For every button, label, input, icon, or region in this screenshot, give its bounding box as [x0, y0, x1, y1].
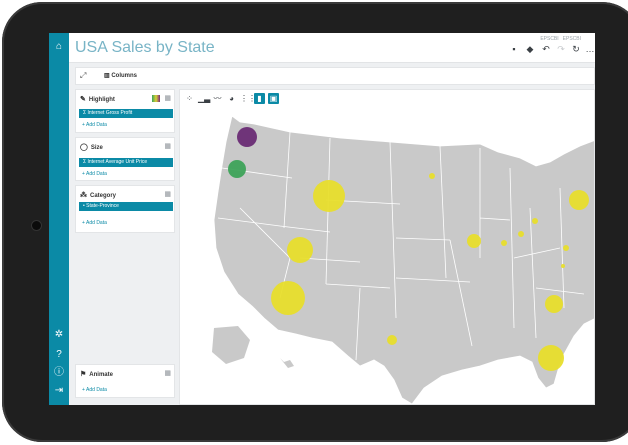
animate-panel: ⚑ Animate ▦ + Add Data	[75, 364, 175, 398]
state-bubble[interactable]	[287, 237, 313, 263]
pencil-icon: ✎	[80, 96, 86, 103]
category-header: ⁂ Category	[80, 191, 116, 199]
highlight-field-pill[interactable]: Σ Internet Gross Profit	[79, 109, 173, 118]
size-header: ◯ Size	[80, 143, 103, 151]
pie-chart-icon[interactable]: ◕	[226, 93, 237, 104]
bar-chart-icon[interactable]: ▁▃	[198, 93, 210, 104]
category-add-data[interactable]: + Add Data	[82, 220, 107, 226]
category-panel: ⁂ Category ▦ • State-Province + Add Data	[75, 185, 175, 233]
category-field: State-Province	[86, 203, 119, 209]
home-icon[interactable]: ⌂	[53, 41, 65, 53]
scatter-icon[interactable]: ⁘	[184, 93, 195, 104]
state-bubble[interactable]	[501, 240, 507, 246]
image-icon[interactable]: ▣	[268, 93, 279, 104]
state-bubble[interactable]	[538, 345, 564, 371]
hint-label: EPSCBI	[562, 36, 581, 42]
tag-icon: ◯	[80, 144, 88, 151]
highlight-panel: ✎ Highlight ▦ Σ Internet Gross Profit + A…	[75, 89, 175, 133]
columns-label[interactable]: ▥ Columns	[104, 72, 137, 79]
side-nav: ⌂ ✲ ? ⓘ ⇥	[49, 33, 69, 405]
color-scale-icon[interactable]	[152, 95, 160, 102]
app-screen: ⌂ ✲ ? ⓘ ⇥ USA Sales by State EPSCBI EPSCB…	[49, 33, 595, 405]
columns-text: Columns	[111, 73, 138, 79]
calendar-icon[interactable]: ▦	[164, 190, 171, 198]
state-bubble[interactable]	[429, 173, 435, 179]
state-bubble[interactable]	[271, 281, 305, 315]
top-bar: USA Sales by State EPSCBI EPSCBI ▪ ◆ ↶ ↷ …	[69, 33, 595, 63]
more-icon[interactable]: …	[585, 44, 595, 54]
page-title: USA Sales by State	[75, 39, 215, 56]
state-bubble[interactable]	[387, 335, 397, 345]
animate-label: Animate	[89, 372, 113, 378]
highlight-header: ✎ Highlight	[80, 95, 115, 103]
size-field: Internet Average Unit Price	[87, 159, 148, 165]
size-panel: ◯ Size ▦ Σ Internet Average Unit Price + …	[75, 137, 175, 181]
eraser-icon[interactable]: ◆	[525, 44, 535, 54]
state-bubble[interactable]	[532, 218, 538, 224]
highlight-field: Internet Gross Profit	[87, 110, 133, 116]
highlight-add-data[interactable]: + Add Data	[82, 122, 107, 128]
state-bubble[interactable]	[561, 264, 565, 268]
expand-icon[interactable]: ⤢	[80, 71, 86, 81]
help-icon[interactable]: ?	[53, 349, 65, 361]
state-bubble[interactable]	[467, 234, 481, 248]
state-bubble[interactable]	[563, 245, 569, 251]
save-icon[interactable]: ▪	[509, 44, 519, 54]
camera	[32, 221, 41, 230]
size-field-pill[interactable]: Σ Internet Average Unit Price	[79, 158, 173, 167]
undo-icon[interactable]: ↶	[541, 44, 551, 54]
state-bubble[interactable]	[313, 180, 345, 212]
info-icon[interactable]: ⓘ	[53, 367, 65, 379]
hierarchy-icon: ⁂	[80, 192, 87, 199]
hint-label: EPSCBI	[540, 36, 559, 42]
state-bubble[interactable]	[545, 295, 563, 313]
state-bubble[interactable]	[228, 160, 246, 178]
line-chart-icon[interactable]: 〰	[212, 93, 223, 104]
state-bubble[interactable]	[569, 190, 589, 210]
columns-bar: ⤢ ▥ Columns	[75, 67, 595, 85]
visualization-area: ⁘ ▁▃ 〰 ◕ ⋮⋮ ▮ ▣	[179, 89, 595, 405]
state-bubble[interactable]	[518, 231, 524, 237]
usa-land	[213, 115, 594, 404]
logout-icon[interactable]: ⇥	[53, 385, 65, 397]
gear-icon[interactable]: ✲	[53, 329, 65, 341]
state-bubble[interactable]	[237, 127, 257, 147]
refresh-icon[interactable]: ↻	[571, 44, 581, 54]
size-label: Size	[90, 145, 103, 151]
animate-add-data[interactable]: + Add Data	[82, 387, 107, 393]
usa-map	[212, 115, 594, 404]
calendar-icon[interactable]: ▦	[164, 369, 171, 377]
map-icon[interactable]: ▮	[254, 93, 265, 104]
category-label: Category	[90, 193, 117, 199]
highlight-label: Highlight	[88, 97, 115, 103]
calendar-icon[interactable]: ▦	[164, 142, 171, 150]
size-add-data[interactable]: + Add Data	[82, 171, 107, 177]
animate-header: ⚑ Animate	[80, 370, 113, 378]
shortcut-hints: EPSCBI EPSCBI	[536, 36, 581, 42]
grid-chart-icon[interactable]: ⋮⋮	[240, 93, 256, 104]
flag-icon: ⚑	[80, 371, 87, 378]
category-field-pill[interactable]: • State-Province	[79, 202, 173, 211]
redo-icon[interactable]: ↷	[556, 44, 566, 54]
calendar-icon[interactable]: ▦	[164, 94, 171, 102]
